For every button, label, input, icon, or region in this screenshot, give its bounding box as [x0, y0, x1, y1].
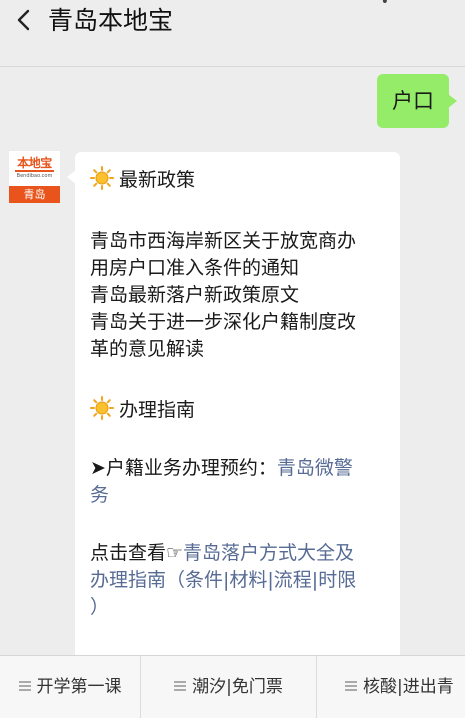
avatar-logo-divider [15, 170, 54, 172]
section-title-guide: 办理指南 [119, 399, 196, 421]
view-guide-link[interactable]: 青岛落户方式大全及 [183, 542, 354, 564]
avatar-logo-text: 本地宝 [17, 156, 52, 170]
bottom-menu-bar: 开学第一课 潮汐|免门票 核酸|进出青 [0, 655, 465, 718]
sun-icon [90, 166, 114, 190]
menu-lines-icon [18, 681, 31, 691]
appointment-link[interactable]: 青岛微警 [277, 457, 353, 479]
menu-lines-icon [174, 681, 187, 691]
bot-message-bubble: 最新政策 青岛市西海岸新区关于放宽商办 用房户口准入条件的通知 青岛最新落户新政… [67, 152, 400, 672]
bot-avatar[interactable]: 本地宝 Bendibao.com 青岛 [8, 150, 61, 204]
top-nav-bar: 青岛本地宝 • [0, 0, 465, 67]
appointment-link-continued[interactable]: 务 [90, 482, 109, 509]
section-heading-policy: 最新政策 [90, 166, 195, 194]
menu-lines-icon [345, 681, 357, 691]
view-guide-line: 点击查看☞青岛落户方式大全及 [90, 540, 354, 567]
menu-item-label: 潮汐|免门票 [192, 677, 283, 697]
view-guide-label: 点击查看☞ [90, 542, 184, 564]
menu-item-test[interactable]: 核酸|进出青 [317, 656, 465, 718]
appointment-label: ➤户籍业务办理预约： [90, 457, 277, 479]
chat-title: 青岛本地宝 [48, 6, 174, 35]
view-guide-link-end[interactable]: ） [90, 594, 109, 621]
menu-item-label: 开学第一课 [36, 677, 122, 697]
back-chevron-icon[interactable] [14, 9, 36, 31]
policy-text-line[interactable]: 青岛最新落户新政策原文 [90, 282, 299, 309]
more-options-icon[interactable]: • [381, 0, 389, 10]
sun-icon [90, 396, 114, 420]
section-title-policy: 最新政策 [119, 169, 196, 191]
user-message-text: 户口 [392, 89, 434, 113]
policy-text-line[interactable]: 青岛关于进一步深化户籍制度改 [90, 309, 356, 336]
section-heading-guide: 办理指南 [90, 396, 195, 424]
policy-text-line[interactable]: 青岛市西海岸新区关于放宽商办 [90, 228, 356, 255]
menu-item-school[interactable]: 开学第一课 [0, 656, 140, 718]
avatar-city-label: 青岛 [9, 186, 60, 203]
view-guide-link-continued[interactable]: 办理指南（条件|材料|流程|时限 [90, 567, 356, 594]
policy-text-line[interactable]: 革的意见解读 [90, 336, 204, 363]
menu-item-tide[interactable]: 潮汐|免门票 [141, 656, 316, 718]
appointment-line: ➤户籍业务办理预约：青岛微警 [90, 455, 353, 482]
menu-item-label: 核酸|进出青 [363, 677, 454, 697]
user-message-bubble: 户口 [377, 74, 457, 128]
avatar-logo-url: Bendibao.com [16, 173, 53, 179]
policy-text-line[interactable]: 用房户口准入条件的通知 [90, 255, 299, 282]
